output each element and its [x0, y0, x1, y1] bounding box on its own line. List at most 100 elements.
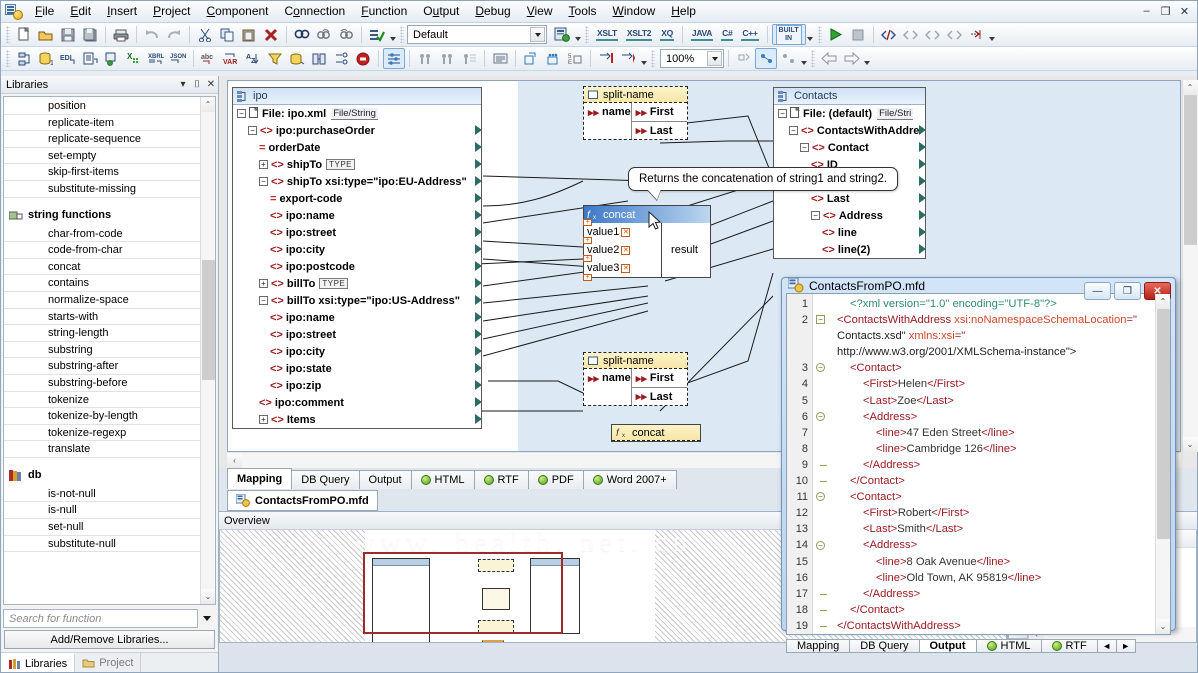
canvas-vscrollbar[interactable]: ⌃ ⌄	[1182, 80, 1198, 452]
toolbar2-grip-3[interactable]	[811, 50, 815, 67]
mapping-tab-output[interactable]: Output	[358, 470, 412, 489]
find-previous-icon[interactable]	[313, 24, 335, 45]
library-icon[interactable]: 5E	[564, 48, 586, 69]
toolbar-overflow-7[interactable]	[862, 49, 871, 69]
target-tree-row[interactable]: <> line(2)	[774, 241, 926, 258]
validate-icon[interactable]	[366, 24, 388, 45]
toolbar-overflow-6[interactable]	[799, 49, 808, 69]
function-concat-partial[interactable]: fx concat	[611, 424, 701, 442]
library-function-char-from-code[interactable]: char-from-code	[4, 226, 200, 243]
show-annotations-icon[interactable]	[489, 48, 511, 69]
libraries-tree[interactable]: position replicate-item replicate-sequence…	[3, 96, 216, 605]
lang-button-builtin[interactable]: BUILT IN	[771, 24, 806, 45]
source-tree-row[interactable]: <> ipo:zip	[233, 377, 482, 394]
fold-toggle-icon[interactable]: −	[816, 315, 825, 325]
source-tree-row[interactable]: <> ipo:city	[233, 241, 482, 258]
target-tree-row[interactable]: − File: (default) File/Stri	[774, 105, 925, 122]
scroll-up-icon[interactable]: ⌃	[200, 97, 215, 112]
toolbar-grip-2[interactable]	[400, 26, 404, 43]
mapping-tab-mapping[interactable]: Mapping	[227, 468, 293, 489]
step-prev-icon[interactable]	[595, 48, 617, 69]
connector-node[interactable]	[475, 142, 482, 152]
output-last[interactable]: ▸▸ Last	[631, 387, 687, 405]
library-function-starts-with[interactable]: starts-with	[4, 309, 200, 326]
connector-node[interactable]	[475, 414, 482, 424]
undo-icon[interactable]	[141, 24, 163, 45]
source-tree-row[interactable]: <> ipo:street	[233, 326, 482, 343]
generate-code-2-icon[interactable]	[900, 24, 922, 45]
menu-item-window[interactable]: Window	[605, 2, 664, 21]
library-function-substring-before[interactable]: substring-before	[4, 375, 200, 392]
toolbar-grip[interactable]	[6, 26, 10, 43]
expander-icon[interactable]: −	[800, 143, 809, 152]
chevron-down-icon[interactable]: ▾	[176, 79, 190, 90]
menu-item-output[interactable]: Output	[415, 2, 467, 21]
expander-icon[interactable]: −	[248, 126, 257, 135]
scroll-track[interactable]	[1155, 309, 1170, 619]
menu-item-tools[interactable]: Tools	[561, 2, 605, 21]
connector-node[interactable]	[475, 159, 482, 169]
component-header[interactable]: Contacts	[774, 88, 925, 105]
close-button[interactable]: ✕	[1176, 3, 1193, 19]
library-function-replicate-sequence[interactable]: replicate-sequence	[4, 131, 200, 148]
library-function-translate[interactable]: translate	[4, 441, 200, 458]
group-icon[interactable]	[542, 48, 564, 69]
source-tree-row[interactable]: + <> shipTo TYPE	[233, 156, 482, 173]
expander-icon[interactable]: −	[259, 177, 268, 186]
lang-button-xslt[interactable]: XSLT	[592, 24, 622, 45]
generate-code-4-icon[interactable]	[944, 24, 966, 45]
target-tree-row[interactable]: − <> Contact	[774, 139, 926, 156]
target-tree-row[interactable]: − <> Address	[774, 207, 926, 224]
auto-layout-icon[interactable]	[520, 48, 542, 69]
mapping-tab-rtf[interactable]: RTF	[473, 470, 529, 489]
mapping-tab-word-2007-[interactable]: Word 2007+	[582, 470, 677, 489]
source-tree-row[interactable]: = orderDate	[233, 139, 482, 156]
library-function-string-length[interactable]: string-length	[4, 325, 200, 342]
function-header[interactable]: fx concat	[584, 206, 710, 223]
connector-node[interactable]	[919, 244, 926, 254]
toolbar-overflow-3[interactable]	[806, 25, 815, 45]
align-center-icon[interactable]	[458, 48, 480, 69]
expander-icon[interactable]: −	[778, 109, 787, 118]
source-tree-row[interactable]: − <> shipTo xsi:type="ipo:EU-Address"	[233, 173, 482, 190]
connector-node[interactable]	[475, 108, 482, 118]
input-name[interactable]: ▸▸ name	[584, 369, 631, 387]
zoom-fit-icon[interactable]	[777, 48, 799, 69]
library-function-set-empty[interactable]: set-empty	[4, 148, 200, 165]
connector-node[interactable]	[919, 176, 926, 186]
connector-node[interactable]	[919, 227, 926, 237]
menu-item-project[interactable]: Project	[145, 2, 198, 21]
copy-icon[interactable]	[216, 24, 238, 45]
scroll-down-icon[interactable]: ⌄	[200, 589, 215, 604]
toolbar-overflow-1[interactable]	[388, 25, 397, 45]
xml-output-view[interactable]: 1 2 3 4 5 6 7 8 9 10 11 12 13 14 15 16 17 18 19 − − − − − <?xm…	[787, 294, 1170, 634]
child-tab-db-query[interactable]: DB Query	[849, 638, 920, 653]
insert-value-map-icon[interactable]	[308, 48, 330, 69]
child-tabs-next-button[interactable]: ►	[1115, 638, 1136, 653]
target-tree-row[interactable]: <> Last	[774, 190, 926, 207]
library-function-normalize-space[interactable]: normalize-space	[4, 292, 200, 309]
generate-code-icon[interactable]	[878, 24, 900, 45]
source-tree-row[interactable]: <> ipo:name	[233, 207, 482, 224]
insert-edi-icon[interactable]: EDI	[57, 48, 79, 69]
child-tab-html[interactable]: HTML	[975, 638, 1042, 653]
delete-icon[interactable]	[260, 24, 282, 45]
menu-item-file[interactable]: FFileile	[27, 2, 62, 21]
forward-arrow-icon[interactable]	[840, 48, 862, 69]
library-function-substitute-null[interactable]: substitute-null	[4, 536, 200, 553]
connector-node[interactable]	[475, 125, 482, 135]
scroll-left-icon[interactable]: ‹	[227, 453, 242, 468]
connector-node[interactable]	[475, 380, 482, 390]
source-tree-row[interactable]: <> ipo:street	[233, 224, 482, 241]
connector-node[interactable]	[475, 176, 482, 186]
concat-output-result[interactable]: result	[662, 223, 707, 277]
scroll-track[interactable]	[200, 112, 215, 589]
library-function-contains[interactable]: contains	[4, 275, 200, 292]
connector-node[interactable]	[475, 227, 482, 237]
library-group-db[interactable]: db	[4, 465, 200, 486]
source-tree-row[interactable]: <> ipo:state	[233, 360, 482, 377]
expander-icon[interactable]: −	[237, 109, 246, 118]
toolbar-grip-4[interactable]	[817, 26, 822, 43]
library-function-code-from-char[interactable]: code-from-char	[4, 242, 200, 259]
fold-toggle-icon[interactable]: −	[816, 492, 825, 502]
